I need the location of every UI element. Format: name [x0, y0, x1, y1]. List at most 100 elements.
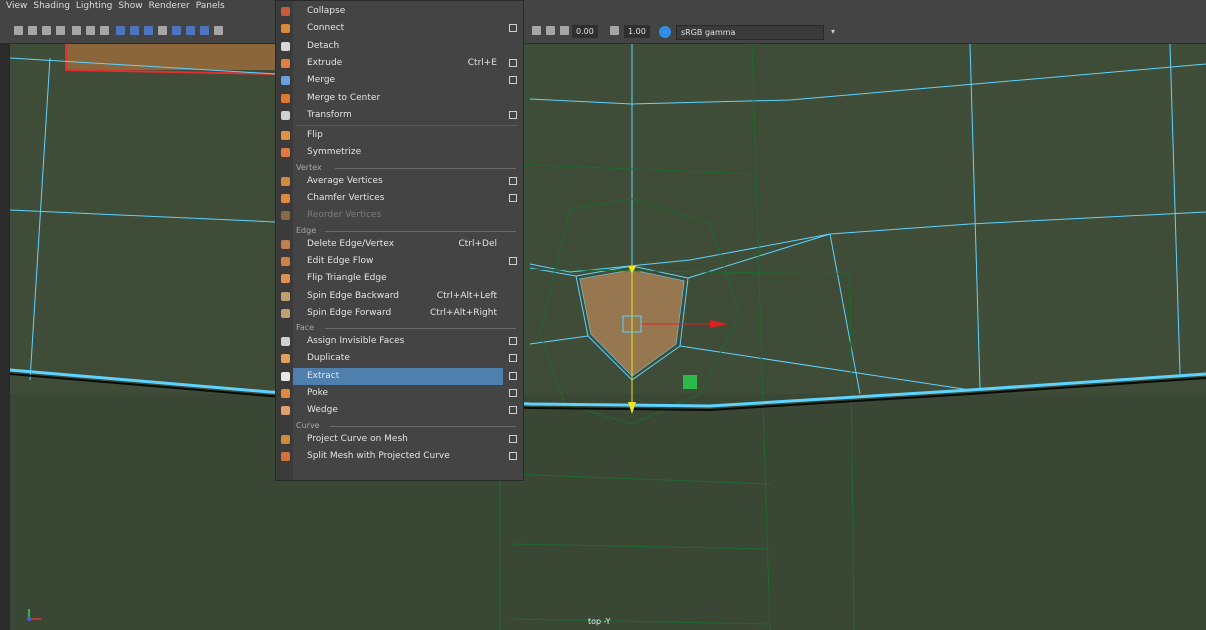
gate-mask-icon[interactable]: [158, 26, 167, 35]
camera-attributes-icon[interactable]: [28, 26, 37, 35]
menu-item-split-mesh-with-projected-curve[interactable]: Split Mesh with Projected Curve: [276, 448, 523, 465]
menu-item-edit-edge-flow[interactable]: Edit Edge Flow: [276, 253, 523, 270]
menu-item-label: Poke: [307, 388, 329, 398]
color-space-select[interactable]: sRGB gamma ▾: [659, 25, 839, 40]
modeling-viewport[interactable]: [10, 44, 1206, 630]
safe-action-icon[interactable]: [186, 26, 195, 35]
edge-flow-icon: [281, 256, 290, 266]
wireframe-icon[interactable]: [214, 26, 223, 35]
option-box-icon[interactable]: [509, 24, 517, 33]
menu-item-label: Extract: [307, 370, 340, 381]
menu-renderer[interactable]: Renderer: [149, 0, 190, 12]
menu-item-spin-edge-forward[interactable]: Spin Edge Forward Ctrl+Alt+Right: [276, 305, 523, 322]
gamma-icon[interactable]: [610, 26, 619, 35]
isolate-icon[interactable]: [546, 26, 555, 35]
camera-icon[interactable]: [14, 26, 23, 35]
view-axis-icon: [25, 603, 45, 623]
menu-item-connect[interactable]: Connect: [276, 20, 523, 37]
menu-item-reorder-vertices: Reorder Vertices: [276, 207, 523, 224]
menu-item-collapse[interactable]: Collapse: [276, 3, 523, 20]
transform-icon: [281, 110, 290, 120]
menu-item-symmetrize[interactable]: Symmetrize: [276, 144, 523, 161]
menu-lighting[interactable]: Lighting: [76, 0, 112, 12]
menu-item-assign-invisible-faces[interactable]: Assign Invisible Faces: [276, 333, 523, 350]
option-box-icon[interactable]: [509, 58, 517, 67]
image-plane-icon[interactable]: [56, 26, 65, 35]
menu-item-merge-to-center[interactable]: Merge to Center: [276, 90, 523, 107]
menu-section-title: Vertex: [296, 162, 322, 172]
extrude-icon: [281, 58, 290, 68]
option-box-icon[interactable]: [509, 371, 517, 380]
menu-view[interactable]: View: [6, 0, 27, 12]
option-box-icon[interactable]: [509, 354, 517, 363]
menu-item-label: Assign Invisible Faces: [307, 336, 405, 347]
option-box-icon[interactable]: [509, 110, 517, 119]
flip-triangle-icon: [281, 274, 290, 284]
grid-icon[interactable]: [116, 26, 125, 35]
exposure-field[interactable]: 0.00: [572, 25, 598, 38]
option-box-icon[interactable]: [509, 256, 517, 265]
xray-icon[interactable]: [532, 26, 541, 35]
field-chart-icon[interactable]: [172, 26, 181, 35]
menu-item-average-vertices[interactable]: Average Vertices: [276, 173, 523, 190]
manipulator-handle[interactable]: [683, 375, 697, 389]
menu-item-transform[interactable]: Transform: [276, 107, 523, 124]
merge-center-icon: [281, 93, 290, 103]
delete-edge-icon: [281, 239, 290, 249]
collapse-icon: [281, 7, 290, 16]
grease-pencil-icon[interactable]: [72, 26, 81, 35]
poke-icon: [281, 389, 290, 398]
menu-panels[interactable]: Panels: [196, 0, 225, 12]
merge-icon: [281, 76, 290, 86]
menu-item-extract[interactable]: Extract: [276, 367, 523, 385]
wedge-icon: [281, 406, 290, 416]
menu-item-duplicate[interactable]: Duplicate: [276, 350, 523, 367]
two-d-pan-zoom-icon[interactable]: [86, 26, 95, 35]
menu-item-label: Spin Edge Backward: [307, 290, 399, 301]
option-box-icon[interactable]: [509, 176, 517, 185]
menu-item-poke[interactable]: Poke: [276, 385, 523, 402]
menu-shading[interactable]: Shading: [33, 0, 70, 12]
option-box-icon[interactable]: [509, 194, 517, 202]
invisible-faces-icon: [281, 337, 290, 347]
option-box-icon[interactable]: [509, 389, 517, 397]
menu-item-label: Flip: [307, 130, 323, 141]
menu-item-delete-edge-vertex[interactable]: Delete Edge/Vertex Ctrl+Del: [276, 236, 523, 253]
bookmark-icon[interactable]: [42, 26, 51, 35]
film-gate-icon[interactable]: [130, 26, 139, 35]
split-mesh-icon: [281, 451, 290, 461]
option-box-icon[interactable]: [509, 434, 517, 443]
color-management-icon[interactable]: [659, 26, 671, 38]
menu-item-project-curve-on-mesh[interactable]: Project Curve on Mesh: [276, 431, 523, 448]
menu-section-rule: [324, 328, 516, 330]
option-box-icon[interactable]: [509, 451, 517, 460]
viewport-left-border: [0, 44, 10, 630]
lock-camera-icon[interactable]: [100, 26, 109, 35]
menu-item-spin-edge-backward[interactable]: Spin Edge Backward Ctrl+Alt+Left: [276, 288, 523, 305]
menu-item-chamfer-vertices[interactable]: Chamfer Vertices: [276, 190, 523, 207]
exposure-icon[interactable]: [560, 26, 569, 35]
menu-item-label: Delete Edge/Vertex: [307, 238, 395, 249]
menu-item-extrude[interactable]: Extrude Ctrl+E: [276, 55, 523, 72]
menu-item-wedge[interactable]: Wedge: [276, 402, 523, 419]
option-box-icon[interactable]: [509, 337, 517, 346]
menu-item-label: Average Vertices: [307, 175, 383, 186]
chamfer-vertices-icon: [281, 194, 290, 203]
resolution-gate-icon[interactable]: [144, 26, 153, 35]
menu-item-merge[interactable]: Merge: [276, 72, 523, 89]
menu-item-detach[interactable]: Detach: [276, 38, 523, 55]
option-box-icon[interactable]: [509, 406, 517, 415]
menu-item-shortcut: Ctrl+Del: [458, 238, 497, 249]
menu-show[interactable]: Show: [118, 0, 142, 12]
menu-item-flip[interactable]: Flip: [276, 127, 523, 144]
connect-icon: [281, 24, 290, 34]
gamma-field[interactable]: 1.00: [624, 25, 650, 38]
spin-backward-icon: [281, 291, 290, 301]
chevron-down-icon[interactable]: ▾: [827, 26, 839, 38]
duplicate-icon: [281, 354, 290, 364]
viewport-lower-area: [10, 394, 1206, 630]
camera-label: top -Y: [588, 617, 611, 626]
safe-title-icon[interactable]: [200, 26, 209, 35]
option-box-icon[interactable]: [509, 76, 517, 85]
menu-item-flip-triangle-edge[interactable]: Flip Triangle Edge: [276, 270, 523, 287]
